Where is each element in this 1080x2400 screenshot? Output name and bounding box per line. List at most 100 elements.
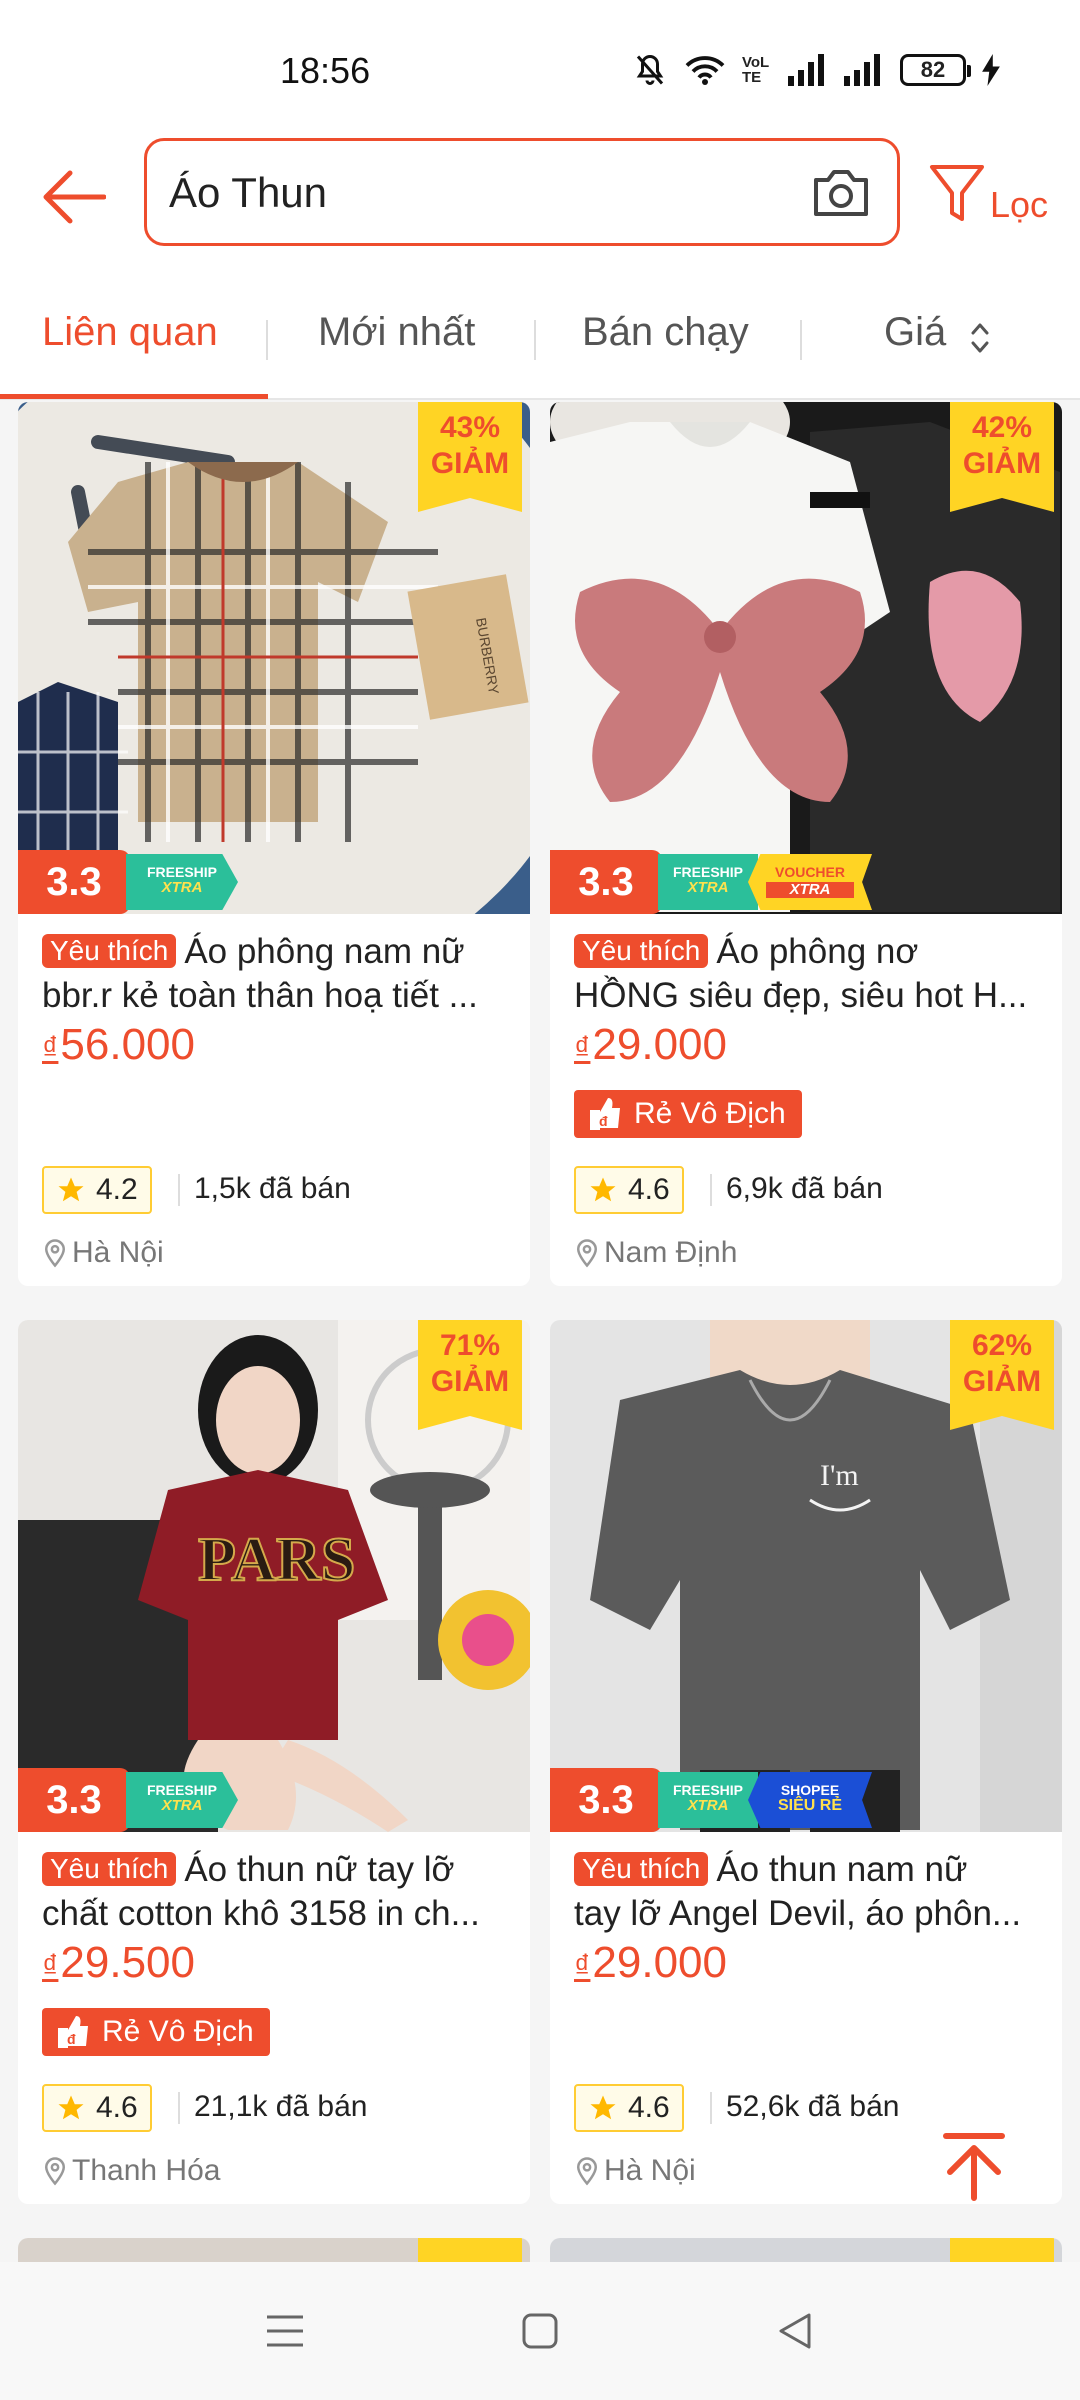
tab-newest[interactable]: Mới nhất	[318, 310, 475, 355]
charging-icon	[982, 54, 1000, 86]
favorite-badge: Yêu thích	[574, 1852, 709, 1886]
product-price: ₫29.500	[42, 1938, 195, 1988]
title-line: Áo thun nữ tay lỡ	[184, 1850, 455, 1889]
cheapest-badge: đ Rẻ Vô Địch	[574, 1090, 802, 1138]
title-line: Áo phông nơ	[716, 932, 919, 971]
cheapest-label: Rẻ Vô Địch	[102, 2015, 254, 2048]
location-pin-icon	[44, 1239, 66, 1268]
discount-percent: 71%	[439, 1329, 501, 1362]
xtra-label: XTRA	[687, 879, 729, 896]
promo-badges: 3.3 FREESHIP XTRA SHOPEE SIÊU RẺ	[550, 1768, 872, 1832]
freeship-label: FREESHIP	[672, 864, 743, 880]
back-nav-button[interactable]	[760, 2296, 830, 2366]
title-line: bbr.r kẻ toàn thân hoạ tiết ...	[42, 976, 478, 1015]
bell-muted-icon	[636, 54, 664, 85]
rating-value: 4.6	[628, 1173, 670, 1206]
shop-location: Thanh Hóa	[42, 2154, 220, 2188]
home-square-icon	[522, 2313, 558, 2349]
tab-divider	[800, 320, 802, 360]
filter-button[interactable]: Lọc	[928, 154, 1048, 234]
product-image[interactable]: BURBERRY 43% GIẢM 3.3 FREESHIP XTRA	[18, 402, 530, 914]
campaign-badge: 3.3	[550, 1768, 662, 1832]
discount-badge	[950, 2238, 1054, 2262]
divider	[178, 1174, 180, 1206]
location-text: Hà Nội	[72, 1236, 164, 1269]
discount-badge: 43% GIẢM	[418, 402, 522, 512]
shop-location: Hà Nội	[42, 1236, 164, 1270]
discount-badge: 62% GIẢM	[950, 1320, 1054, 1430]
wifi-icon	[685, 56, 725, 85]
back-arrow-icon	[43, 170, 106, 224]
location-pin-icon	[576, 1239, 598, 1268]
product-image[interactable]: 42% GIẢM 3.3 FREESHIP XTRA VOUCHER XTRA	[550, 402, 1062, 914]
back-button[interactable]	[36, 160, 110, 234]
discount-badge	[418, 2238, 522, 2262]
divider	[710, 2092, 712, 2124]
product-price: ₫29.000	[574, 1020, 727, 1070]
recents-button[interactable]	[250, 2296, 320, 2366]
product-card[interactable]: BURBERRY 43% GIẢM 3.3 FREESHIP XTRA Yêu th…	[18, 402, 530, 1286]
discount-percent: 42%	[971, 411, 1033, 444]
product-card-partial[interactable]	[550, 2238, 1062, 2262]
favorite-badge: Yêu thích	[42, 934, 177, 968]
tab-price[interactable]: Giá	[884, 310, 946, 355]
product-card[interactable]: 42% GIẢM 3.3 FREESHIP XTRA VOUCHER XTRA Yêu…	[550, 402, 1062, 1286]
product-card-partial[interactable]	[18, 2238, 530, 2262]
location-text: Thanh Hóa	[72, 2154, 221, 2187]
price-tag-icon: đ	[590, 1098, 620, 1130]
product-grid: BURBERRY 43% GIẢM 3.3 FREESHIP XTRA Yêu th…	[0, 402, 1080, 2262]
product-card[interactable]: I'm 62% GIẢM 3.3 FREESHIP XTRA SHOPEE SIÊU …	[550, 1320, 1062, 2204]
location-pin-icon	[44, 2157, 66, 2186]
freeship-label: FREESHIP	[146, 1782, 217, 1798]
tab-best-selling[interactable]: Bán chạy	[582, 310, 749, 355]
campaign-badge: 3.3	[18, 850, 130, 914]
sort-arrows-icon[interactable]	[968, 318, 992, 358]
shopee-label: SHOPEE	[780, 1782, 840, 1798]
tab-relevance[interactable]: Liên quan	[42, 310, 218, 355]
rating-badge: 4.6	[574, 2084, 684, 2132]
svg-text:I'm: I'm	[820, 1459, 859, 1492]
camera-icon	[814, 170, 868, 216]
divider	[710, 1174, 712, 1206]
rating-badge: 4.6	[574, 1166, 684, 1214]
sold-count: 6,9k đã bán	[726, 1172, 883, 1205]
discount-word: GIẢM	[962, 1365, 1042, 1398]
filter-icon	[930, 165, 984, 221]
xtra-label: XTRA	[687, 1797, 729, 1814]
promo-badges: 3.3 FREESHIP XTRA VOUCHER XTRA	[550, 850, 872, 914]
svg-text:đ: đ	[67, 2031, 76, 2047]
battery-level: 82	[920, 57, 946, 82]
cheapest-badge: đ Rẻ Vô Địch	[42, 2008, 270, 2056]
product-card[interactable]: PARS 71% GIẢM 3.3 FREESHIP XTRA Yêu thích Á…	[18, 1320, 530, 2204]
star-icon	[58, 1177, 84, 1202]
xtra-label: XTRA	[161, 1797, 203, 1814]
title-line: Áo phông nam nữ	[184, 932, 465, 971]
price-value: 29.000	[592, 1938, 727, 1987]
product-image[interactable]: PARS 71% GIẢM 3.3 FREESHIP XTRA	[18, 1320, 530, 1832]
shop-location: Hà Nội	[574, 2154, 696, 2188]
promo-badges: 3.3 FREESHIP XTRA	[18, 850, 238, 914]
sort-tabs: Liên quan Mới nhất Bán chạy Giá	[0, 260, 1080, 400]
status-time: 18:56	[280, 50, 371, 91]
search-input[interactable]: Áo Thun	[144, 138, 900, 246]
price-value: 56.000	[60, 1020, 195, 1069]
svg-text:đ: đ	[599, 1113, 608, 1129]
discount-word: GIẢM	[962, 447, 1042, 480]
svg-text:PARS: PARS	[198, 1526, 355, 1594]
tab-divider	[266, 320, 268, 360]
system-nav-bar	[0, 2262, 1080, 2400]
star-icon	[590, 1177, 616, 1202]
rating-badge: 4.6	[42, 2084, 152, 2132]
product-price: ₫29.000	[574, 1938, 727, 1988]
location-pin-icon	[576, 2157, 598, 2186]
freeship-label: FREESHIP	[146, 864, 217, 880]
discount-word: GIẢM	[430, 1365, 510, 1398]
home-button[interactable]	[505, 2296, 575, 2366]
voucher-badge: VOUCHER XTRA	[748, 854, 872, 910]
camera-search-button[interactable]	[809, 161, 873, 225]
product-image[interactable]: I'm 62% GIẢM 3.3 FREESHIP XTRA SHOPEE SIÊU …	[550, 1320, 1062, 1832]
price-tag-icon: đ	[58, 2016, 88, 2048]
sold-count: 52,6k đã bán	[726, 2090, 900, 2123]
scroll-to-top-icon[interactable]	[934, 2128, 1014, 2208]
search-header: Áo Thun Lọc	[0, 130, 1080, 260]
